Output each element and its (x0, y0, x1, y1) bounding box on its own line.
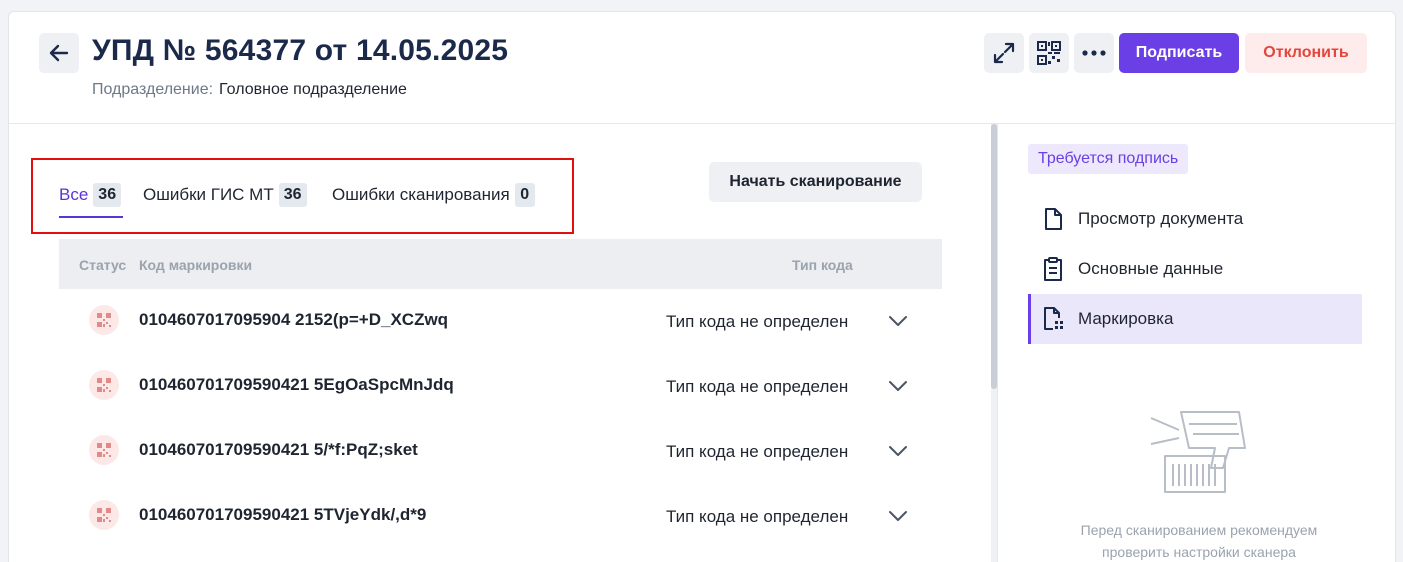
nav-item-label: Основные данные (1078, 259, 1224, 278)
tab-gis-mt-errors[interactable]: Ошибки ГИС МТ 36 (143, 182, 307, 208)
status-badge: Требуется подпись (1028, 144, 1189, 174)
tab-gis-mt-errors-count: 36 (278, 183, 307, 207)
status-icon (89, 435, 119, 465)
tab-all-count: 36 (93, 183, 122, 207)
tab-scan-errors-label: Ошибки сканирования (332, 185, 510, 204)
column-code: Код маркировки (139, 257, 253, 273)
clipboard-icon (1028, 256, 1078, 282)
status-icon (89, 370, 119, 400)
table-row[interactable]: 010460701709590421 5TVjeYdk/,d*9 Тип код… (59, 485, 942, 550)
qr-button[interactable] (1029, 33, 1069, 73)
reject-button[interactable]: Отклонить (1245, 33, 1367, 73)
status-icon (89, 500, 119, 530)
code-type: Тип кода не определен (666, 312, 849, 331)
marking-code: 010460701709590421 5EgOaSpcMnJdq (139, 375, 454, 394)
expand-icon (993, 42, 1015, 64)
subdivision-line: Подразделение: Головное подразделение (92, 81, 407, 99)
column-status: Статус (79, 257, 127, 273)
nav-item-label: Просмотр документа (1078, 209, 1244, 228)
marking-icon (1028, 306, 1078, 332)
subdivision-label: Подразделение: (92, 81, 214, 98)
active-tab-indicator (59, 216, 123, 218)
tab-scan-errors[interactable]: Ошибки сканирования 0 (332, 182, 535, 208)
nav-item-document-view[interactable]: Просмотр документа (1028, 194, 1362, 244)
more-icon (1082, 50, 1106, 56)
back-button[interactable] (39, 33, 79, 73)
tab-all-label: Все (59, 185, 89, 204)
status-icon (89, 305, 119, 335)
marking-code: 010460701709590421 5/*f:PqZ;sket (139, 440, 418, 459)
sign-button[interactable]: Подписать (1119, 33, 1239, 73)
tab-scan-errors-count: 0 (514, 183, 535, 207)
start-scan-button[interactable]: Начать сканирование (709, 162, 922, 202)
table-header: Статус Код маркировки Тип кода (59, 239, 942, 289)
code-type: Тип кода не определен (666, 507, 849, 526)
subdivision-value: Головное подразделение (219, 81, 407, 98)
document-card: УПД № 564377 от 14.05.2025 Подразделение… (8, 11, 1396, 562)
more-button[interactable] (1074, 33, 1114, 73)
marking-code: 010460701709590421 5TVjeYdk/,d*9 (139, 505, 427, 524)
nav-item-main-data[interactable]: Основные данные (1028, 244, 1362, 294)
page-title: УПД № 564377 от 14.05.2025 (92, 34, 509, 67)
column-type: Тип кода (792, 257, 853, 273)
scanner-hint-line-2: проверить настройки сканера (1102, 544, 1296, 560)
table-row[interactable]: 0104607017095904 2152(p=+D_XCZwq Тип код… (59, 290, 942, 355)
nav-item-label: Маркировка (1078, 309, 1174, 328)
code-type: Тип кода не определен (666, 377, 849, 396)
scanner-illustration (1150, 411, 1246, 493)
table-row[interactable]: 010460701709590421 5/*f:PqZ;sket Тип код… (59, 420, 942, 485)
marking-code: 0104607017095904 2152(p=+D_XCZwq (139, 310, 449, 329)
code-type: Тип кода не определен (666, 442, 849, 461)
panel-divider (997, 124, 998, 562)
expand-button[interactable] (984, 33, 1024, 73)
scanner-hint-line-1: Перед сканированием рекомендуем (1080, 522, 1318, 538)
arrow-left-icon (49, 44, 69, 62)
chevron-down-icon[interactable] (887, 505, 909, 527)
qr-code-icon (1037, 41, 1061, 65)
document-icon (1028, 207, 1078, 231)
header-divider (9, 123, 1395, 124)
table-row[interactable]: 010460701709590421 5EgOaSpcMnJdq Тип код… (59, 355, 942, 420)
chevron-down-icon[interactable] (887, 310, 909, 332)
tab-all[interactable]: Все 36 (59, 182, 122, 208)
tab-gis-mt-errors-label: Ошибки ГИС МТ (143, 185, 274, 204)
scanner-hint: Перед сканированием рекомендуем проверит… (1039, 519, 1359, 562)
nav-item-marking[interactable]: Маркировка (1028, 294, 1362, 344)
chevron-down-icon[interactable] (887, 375, 909, 397)
chevron-down-icon[interactable] (887, 440, 909, 462)
